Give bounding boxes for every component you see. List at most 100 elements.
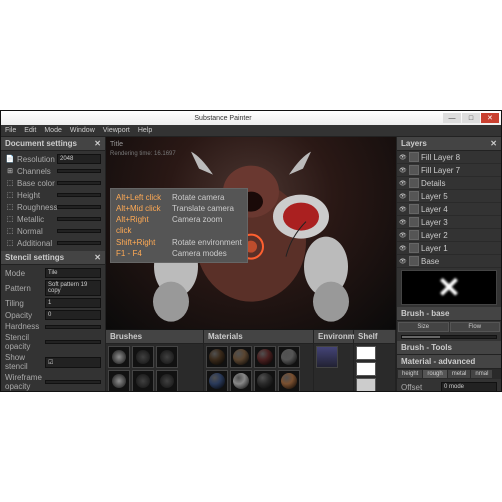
- menubar: File Edit Mode Window Viewport Help: [1, 125, 501, 137]
- size-tab[interactable]: Size: [398, 322, 449, 332]
- menu-help[interactable]: Help: [138, 127, 152, 134]
- layer-row[interactable]: 👁Layer 1: [397, 242, 501, 255]
- stencil-input[interactable]: [45, 380, 101, 384]
- layer-row[interactable]: 👁Layer 3: [397, 216, 501, 229]
- doc-setting-row[interactable]: ⬚Roughness: [5, 201, 101, 213]
- materials-header: Materials: [204, 330, 313, 344]
- visibility-icon[interactable]: 👁: [399, 219, 407, 226]
- doc-setting-row[interactable]: ⬚Height: [5, 189, 101, 201]
- brush-thumb[interactable]: [156, 370, 178, 391]
- doc-setting-row[interactable]: ⬚Base color: [5, 177, 101, 189]
- visibility-icon[interactable]: 👁: [399, 206, 407, 213]
- shelf-swatch[interactable]: [356, 362, 376, 376]
- tab-nmal[interactable]: nmal: [471, 370, 492, 378]
- material-thumb[interactable]: [230, 346, 252, 368]
- material-prop-row: Offset0 mode: [401, 381, 497, 391]
- brush-base-header: Brush - base: [397, 307, 501, 321]
- close-icon[interactable]: ✕: [490, 139, 497, 148]
- layer-row[interactable]: 👁Fill Layer 8: [397, 151, 501, 164]
- material-thumb[interactable]: [254, 346, 276, 368]
- material-thumb[interactable]: [230, 370, 252, 391]
- stencil-row: Tiling1: [5, 297, 101, 309]
- menu-viewport[interactable]: Viewport: [103, 127, 130, 134]
- brush-thumb[interactable]: [132, 370, 154, 391]
- layer-thumb: [409, 230, 419, 240]
- layer-name: Layer 2: [421, 231, 448, 240]
- visibility-icon[interactable]: 👁: [399, 245, 407, 252]
- shelf-swatch[interactable]: [356, 346, 376, 360]
- envs-header: Environments: [314, 330, 353, 344]
- env-thumb[interactable]: [316, 346, 338, 368]
- shelf-swatch[interactable]: [356, 378, 376, 391]
- stencil-input[interactable]: Tile: [45, 268, 101, 278]
- visibility-icon[interactable]: 👁: [399, 232, 407, 239]
- setting-icon: ⬚: [5, 190, 15, 200]
- layer-row[interactable]: 👁Fill Layer 7: [397, 164, 501, 177]
- menu-mode[interactable]: Mode: [44, 127, 62, 134]
- setting-icon: 📄: [5, 154, 15, 164]
- material-thumb[interactable]: [254, 370, 276, 391]
- layer-name: Base: [421, 257, 439, 266]
- maximize-button[interactable]: □: [462, 113, 480, 123]
- stencil-input[interactable]: 1: [45, 298, 101, 308]
- material-thumb[interactable]: [278, 370, 300, 391]
- bottom-shelf: Brushes Materials Environments Shelf: [106, 329, 396, 391]
- stencil-input[interactable]: 0: [45, 310, 101, 320]
- tab-metal[interactable]: metal: [448, 370, 471, 378]
- layer-row[interactable]: 👁 Base: [397, 255, 501, 268]
- menu-window[interactable]: Window: [70, 127, 95, 134]
- close-icon[interactable]: ✕: [94, 139, 101, 148]
- doc-setting-row[interactable]: ⬚Normal: [5, 225, 101, 237]
- stencil-input[interactable]: Soft pattern 19 copy: [45, 280, 101, 296]
- layer-thumb: [409, 243, 419, 253]
- layers-header[interactable]: Layers✕: [397, 137, 501, 151]
- setting-icon: ⬚: [5, 226, 15, 236]
- stencil-row: ModeTile: [5, 267, 101, 279]
- close-icon[interactable]: ✕: [94, 253, 101, 262]
- left-sidebar: Document settings✕ 📄Resolution2048⊞Chann…: [1, 137, 106, 391]
- doc-setting-row[interactable]: ⬚Additional: [5, 237, 101, 249]
- window-title: Substance Painter: [194, 115, 251, 122]
- layer-row[interactable]: 👁Layer 5: [397, 190, 501, 203]
- menu-file[interactable]: File: [5, 127, 16, 134]
- brush-size-slider[interactable]: [401, 335, 497, 339]
- brush-thumb[interactable]: [108, 370, 130, 391]
- stencil-row: Hardness: [5, 321, 101, 332]
- brush-thumb[interactable]: [156, 346, 178, 368]
- stencil-row: Stencil opacity: [5, 332, 101, 352]
- visibility-icon[interactable]: 👁: [399, 167, 407, 174]
- layer-row[interactable]: 👁Details: [397, 177, 501, 190]
- stencil-input[interactable]: ☑: [45, 357, 101, 368]
- material-thumb[interactable]: [206, 370, 228, 391]
- material-input[interactable]: 0 mode: [441, 382, 497, 391]
- visibility-icon[interactable]: 👁: [399, 154, 407, 161]
- stencil-input[interactable]: [45, 325, 101, 329]
- stencil-header[interactable]: Stencil settings✕: [1, 251, 105, 265]
- visibility-icon[interactable]: 👁: [399, 258, 407, 265]
- tab-height[interactable]: height: [398, 370, 422, 378]
- brush-thumb[interactable]: [132, 346, 154, 368]
- minimize-button[interactable]: —: [443, 113, 461, 123]
- doc-settings-header[interactable]: Document settings✕: [1, 137, 105, 151]
- material-thumb[interactable]: [206, 346, 228, 368]
- doc-setting-row[interactable]: 📄Resolution2048: [5, 153, 101, 165]
- menu-edit[interactable]: Edit: [24, 127, 36, 134]
- layer-row[interactable]: 👁 Layer 2: [397, 229, 501, 242]
- stencil-row: PatternSoft pattern 19 copy: [5, 279, 101, 297]
- material-thumb[interactable]: [278, 346, 300, 368]
- tab-rough[interactable]: rough: [423, 370, 446, 378]
- visibility-icon[interactable]: 👁: [399, 180, 407, 187]
- layer-thumb: [409, 191, 419, 201]
- layer-thumb: [409, 178, 419, 188]
- flow-tab[interactable]: Flow: [450, 322, 501, 332]
- doc-setting-row[interactable]: ⊞Channels: [5, 165, 101, 177]
- visibility-icon[interactable]: 👁: [399, 193, 407, 200]
- doc-setting-row[interactable]: ⬚Metallic: [5, 213, 101, 225]
- stencil-input[interactable]: [45, 340, 101, 344]
- layer-row[interactable]: 👁Layer 4: [397, 203, 501, 216]
- viewport[interactable]: Title Rendering time: 16.1697: [106, 137, 396, 329]
- brush-thumb[interactable]: [108, 346, 130, 368]
- stencil-row: Show stencil☑: [5, 352, 101, 372]
- close-button[interactable]: ✕: [481, 113, 499, 123]
- setting-icon: ⊞: [5, 166, 15, 176]
